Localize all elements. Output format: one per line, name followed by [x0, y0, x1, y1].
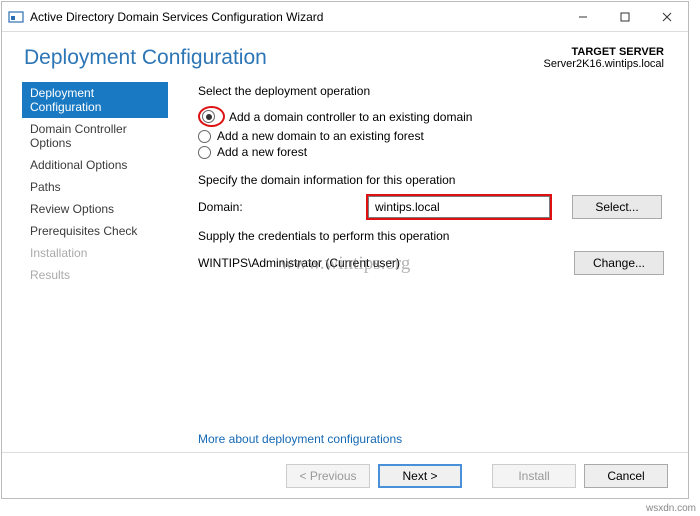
deployment-operation-radio-group: Add a domain controller to an existing d… [198, 106, 664, 159]
sidebar-item-results: Results [22, 264, 168, 286]
sidebar: Deployment Configuration Domain Controll… [2, 80, 168, 452]
close-button[interactable] [646, 2, 688, 32]
sidebar-item-additional-options[interactable]: Additional Options [22, 154, 168, 176]
radio-label: Add a new forest [217, 145, 307, 159]
attribution-text: wsxdn.com [646, 503, 696, 514]
cancel-button[interactable]: Cancel [584, 464, 668, 488]
domain-row: Domain: Select... [198, 195, 664, 219]
previous-button: < Previous [286, 464, 370, 488]
radio-label: Add a domain controller to an existing d… [229, 110, 472, 124]
target-server-block: TARGET SERVER Server2K16.wintips.local [544, 46, 664, 70]
maximize-button[interactable] [604, 2, 646, 32]
target-server-name: Server2K16.wintips.local [544, 58, 664, 70]
specify-domain-label: Specify the domain information for this … [198, 173, 664, 187]
sidebar-item-installation: Installation [22, 242, 168, 264]
content-pane: Select the deployment operation Add a do… [168, 80, 688, 452]
wizard-window: Active Directory Domain Services Configu… [1, 1, 689, 499]
domain-label: Domain: [198, 200, 368, 214]
sidebar-item-deployment-configuration[interactable]: Deployment Configuration [22, 82, 168, 118]
change-credentials-button[interactable]: Change... [574, 251, 664, 275]
window-title: Active Directory Domain Services Configu… [30, 10, 562, 24]
radio-label: Add a new domain to an existing forest [217, 129, 424, 143]
highlight-circle-icon [198, 106, 225, 127]
install-button: Install [492, 464, 576, 488]
radio-add-dc-existing-domain[interactable]: Add a domain controller to an existing d… [198, 106, 664, 127]
titlebar: Active Directory Domain Services Configu… [2, 2, 688, 32]
header: Deployment Configuration TARGET SERVER S… [2, 32, 688, 80]
radio-icon [202, 110, 215, 123]
sidebar-item-prerequisites-check[interactable]: Prerequisites Check [22, 220, 168, 242]
select-operation-label: Select the deployment operation [198, 84, 664, 98]
supply-credentials-label: Supply the credentials to perform this o… [198, 229, 664, 243]
minimize-button[interactable] [562, 2, 604, 32]
next-button[interactable]: Next > [378, 464, 462, 488]
radio-add-domain-existing-forest[interactable]: Add a new domain to an existing forest [198, 129, 664, 143]
target-server-label: TARGET SERVER [544, 46, 664, 58]
app-icon [8, 9, 24, 25]
body: Deployment Configuration Domain Controll… [2, 80, 688, 452]
credentials-row: WINTIPS\Administrator (Current user) Cha… [198, 251, 664, 275]
more-info-link[interactable]: More about deployment configurations [198, 432, 402, 446]
sidebar-item-domain-controller-options[interactable]: Domain Controller Options [22, 118, 168, 154]
radio-add-new-forest[interactable]: Add a new forest [198, 145, 664, 159]
credentials-user: WINTIPS\Administrator (Current user) [198, 256, 552, 270]
sidebar-item-paths[interactable]: Paths [22, 176, 168, 198]
footer: < Previous Next > Install Cancel [2, 452, 688, 498]
page-title: Deployment Configuration [24, 46, 267, 70]
domain-input[interactable] [368, 196, 550, 218]
select-domain-button[interactable]: Select... [572, 195, 662, 219]
sidebar-item-review-options[interactable]: Review Options [22, 198, 168, 220]
radio-icon [198, 130, 211, 143]
radio-icon [198, 146, 211, 159]
